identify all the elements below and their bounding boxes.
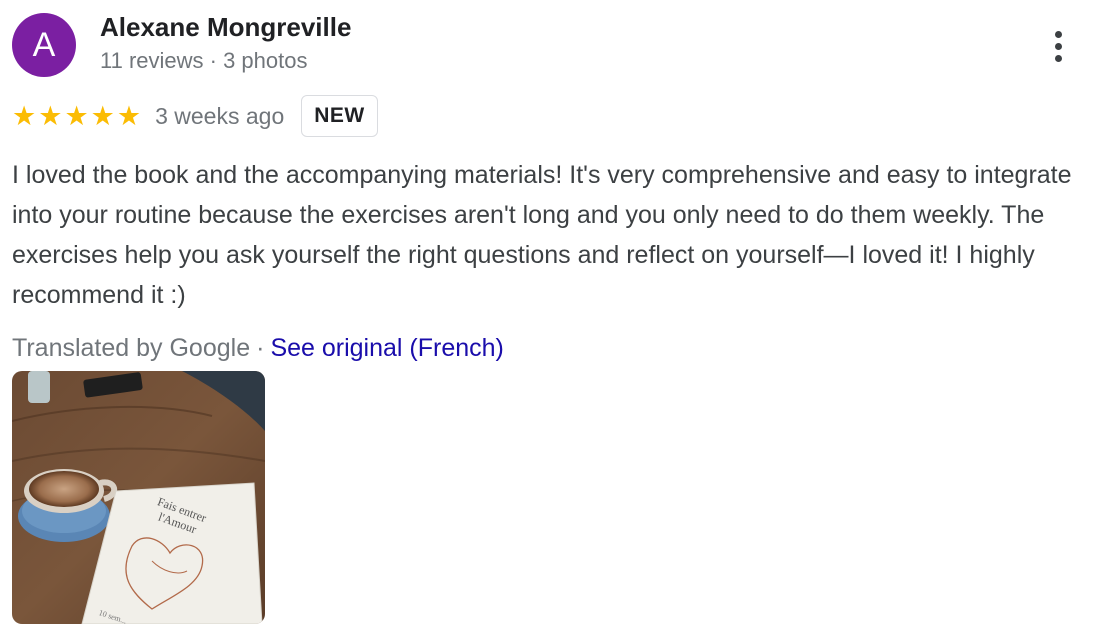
translated-by-label: Translated by Google: [12, 334, 251, 362]
author-name[interactable]: Alexane Mongreville: [100, 12, 351, 43]
more-vert-icon: [1054, 30, 1062, 38]
author-meta: 11 reviews · 3 photos: [100, 48, 308, 73]
review-text: I loved the book and the accompanying ma…: [12, 161, 1072, 309]
star-icon: ★: [116, 100, 142, 131]
review-photo[interactable]: Fais entrer l'Amour 10 sem...: [12, 371, 265, 624]
separator: ·: [256, 334, 265, 362]
review-time: 3 weeks ago: [155, 102, 285, 129]
star-rating: ★ ★ ★ ★ ★: [12, 100, 142, 131]
star-icon: ★: [38, 100, 63, 131]
star-icon: ★: [90, 100, 115, 131]
new-badge: NEW: [301, 95, 378, 137]
avatar[interactable]: A: [12, 13, 76, 77]
star-icon: ★: [64, 100, 89, 131]
translation-notice: Translated by Google · See original (Fre…: [12, 334, 504, 363]
see-original-link[interactable]: See original (French): [270, 334, 503, 363]
review-photo-image: Fais entrer l'Amour 10 sem...: [12, 371, 265, 624]
more-options-button[interactable]: [1040, 26, 1076, 66]
more-vert-icon-dot: [1054, 54, 1062, 62]
rating-row: ★ ★ ★ ★ ★ 3 weeks ago NEW: [12, 94, 378, 138]
more-vert-icon-dot: [1054, 42, 1062, 50]
star-icon: ★: [12, 100, 37, 131]
